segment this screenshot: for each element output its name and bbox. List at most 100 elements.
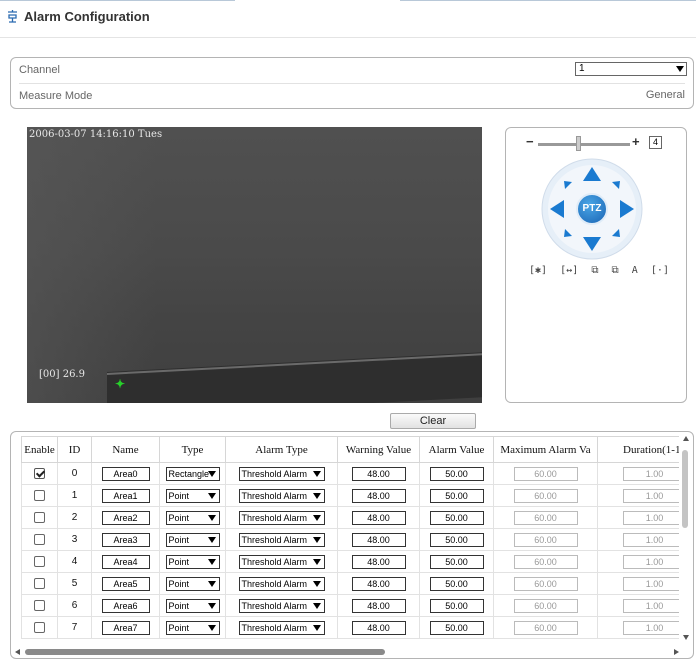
- alarm-type-select[interactable]: Threshold Alarm: [238, 488, 325, 503]
- max-alarm-value-input: 60.00: [513, 554, 578, 569]
- iris-open-icon[interactable]: ⧉: [591, 265, 598, 276]
- alarm-value-input[interactable]: 50.00: [429, 510, 484, 525]
- warning-value-cell: 48.00: [337, 506, 420, 529]
- type-select[interactable]: Point: [165, 620, 220, 635]
- warning-value-input[interactable]: 48.00: [351, 598, 406, 613]
- alarm-type-select[interactable]: Threshold Alarm: [238, 576, 325, 591]
- alarm-type-select[interactable]: Threshold Alarm: [238, 466, 325, 481]
- alarm-table-viewport[interactable]: Enable ID Name Type Alarm Type Warning V…: [21, 436, 679, 644]
- warning-value-input[interactable]: 48.00: [351, 576, 406, 591]
- enable-checkbox[interactable]: [34, 599, 45, 611]
- enable-checkbox[interactable]: [34, 533, 45, 545]
- alarm-config-icon: [8, 10, 17, 23]
- alarm-type-select-value: Threshold Alarm: [241, 556, 308, 567]
- vertical-scrollbar[interactable]: [681, 436, 691, 646]
- max-alarm-value-input: 60.00: [513, 576, 578, 591]
- scroll-left-icon[interactable]: [15, 649, 20, 655]
- alarm-type-select[interactable]: Threshold Alarm: [238, 598, 325, 613]
- warning-value-input[interactable]: 48.00: [351, 532, 406, 547]
- alarm-value-input[interactable]: 50.00: [429, 532, 484, 547]
- max-alarm-value-cell: 60.00: [493, 528, 598, 551]
- alarm-value-input[interactable]: 50.00: [429, 620, 484, 635]
- area-name-input[interactable]: Area5: [101, 576, 150, 591]
- enable-checkbox[interactable]: [34, 577, 45, 589]
- table-header-row: Enable ID Name Type Alarm Type Warning V…: [21, 436, 679, 463]
- enable-checkbox[interactable]: [34, 489, 45, 501]
- zoom-out-button[interactable]: −: [526, 134, 534, 149]
- warning-value-input[interactable]: 48.00: [351, 554, 406, 569]
- focus-near-icon[interactable]: [✱]: [529, 265, 547, 276]
- alarm-type-select[interactable]: Threshold Alarm: [238, 554, 325, 569]
- type-select[interactable]: Point: [165, 510, 220, 525]
- zoom-slider-thumb[interactable]: [576, 136, 581, 151]
- horizontal-scrollbar[interactable]: [15, 647, 679, 657]
- alarm-value-cell: 50.00: [419, 462, 494, 485]
- type-select[interactable]: Point: [165, 532, 220, 547]
- max-alarm-value-cell: 60.00: [493, 550, 598, 573]
- type-select[interactable]: Point: [165, 554, 220, 569]
- warning-value-input[interactable]: 48.00: [351, 620, 406, 635]
- point-marker-icon[interactable]: ✦: [115, 377, 125, 391]
- header-duration: Duration(1-10: [597, 436, 679, 463]
- measure-mode-row: Measure Mode General: [11, 84, 693, 108]
- ptz-center-button[interactable]: PTZ: [576, 193, 608, 225]
- channel-select[interactable]: 1: [575, 62, 687, 76]
- zoom-in-button[interactable]: +: [632, 134, 640, 149]
- area-name-input[interactable]: Area3: [101, 532, 150, 547]
- warning-value-input[interactable]: 48.00: [351, 510, 406, 525]
- enable-checkbox[interactable]: [34, 555, 45, 567]
- duration-cell: 1.00: [597, 572, 679, 595]
- alarm-type-select[interactable]: Threshold Alarm: [238, 510, 325, 525]
- alarm-value-input[interactable]: 50.00: [429, 488, 484, 503]
- type-select[interactable]: Point: [165, 576, 220, 591]
- name-cell: Area5: [91, 572, 160, 595]
- area-name-input[interactable]: Area4: [101, 554, 150, 569]
- clear-button[interactable]: Clear: [390, 413, 476, 429]
- alarm-value-input[interactable]: 50.00: [429, 598, 484, 613]
- type-select-value: Point: [168, 622, 190, 633]
- focus-far-icon[interactable]: [↔]: [560, 265, 578, 276]
- iris-close-icon[interactable]: ⧉: [612, 265, 619, 276]
- enable-checkbox[interactable]: [34, 511, 45, 523]
- area-name-input[interactable]: Area7: [101, 620, 150, 635]
- alarm-value-input[interactable]: 50.00: [429, 466, 484, 481]
- area-name-input[interactable]: Area0: [101, 466, 150, 481]
- duration-input: 1.00: [622, 620, 679, 635]
- max-alarm-value-input: 60.00: [513, 488, 578, 503]
- vertical-scroll-thumb[interactable]: [682, 450, 688, 528]
- zoom-slider-track[interactable]: [538, 143, 630, 146]
- type-select[interactable]: Point: [165, 488, 220, 503]
- max-alarm-value-cell: 60.00: [493, 572, 598, 595]
- auto-focus-icon[interactable]: A: [632, 265, 638, 276]
- center-point-icon[interactable]: [·]: [651, 265, 669, 276]
- type-cell: Point: [159, 506, 226, 529]
- warning-value-input[interactable]: 48.00: [351, 488, 406, 503]
- channel-row: Channel 1: [11, 58, 693, 82]
- area-name-input[interactable]: Area1: [101, 488, 150, 503]
- warning-value-input[interactable]: 48.00: [351, 466, 406, 481]
- type-select-value: Point: [168, 512, 190, 523]
- live-video-view[interactable]: 2006-03-07 14:16:10 Tues [00] 26.9 ✦: [27, 127, 482, 403]
- type-select[interactable]: Rectangle: [165, 466, 220, 481]
- type-cell: Point: [159, 550, 226, 573]
- enable-checkbox[interactable]: [34, 621, 45, 633]
- top-border-left: [0, 0, 235, 1]
- duration-input: 1.00: [622, 466, 679, 481]
- enable-checkbox[interactable]: [34, 467, 45, 479]
- area-name-input[interactable]: Area6: [101, 598, 150, 613]
- scroll-right-icon[interactable]: [674, 649, 679, 655]
- table-row: 6 Area6 Point Threshold Alarm 48.00 50.00 60.0…: [21, 594, 679, 617]
- scroll-down-icon[interactable]: [683, 635, 689, 640]
- alarm-type-select[interactable]: Threshold Alarm: [238, 532, 325, 547]
- type-select[interactable]: Point: [165, 598, 220, 613]
- zoom-value-field[interactable]: 4: [649, 136, 662, 149]
- scroll-up-icon[interactable]: [683, 436, 689, 441]
- channel-label: Channel: [19, 64, 60, 76]
- area-name-input[interactable]: Area2: [101, 510, 150, 525]
- alarm-type-select[interactable]: Threshold Alarm: [238, 620, 325, 635]
- alarm-value-input[interactable]: 50.00: [429, 554, 484, 569]
- alarm-value-input[interactable]: 50.00: [429, 576, 484, 591]
- warning-value-cell: 48.00: [337, 616, 420, 639]
- alarm-value-cell: 50.00: [419, 616, 494, 639]
- horizontal-scroll-thumb[interactable]: [25, 649, 385, 655]
